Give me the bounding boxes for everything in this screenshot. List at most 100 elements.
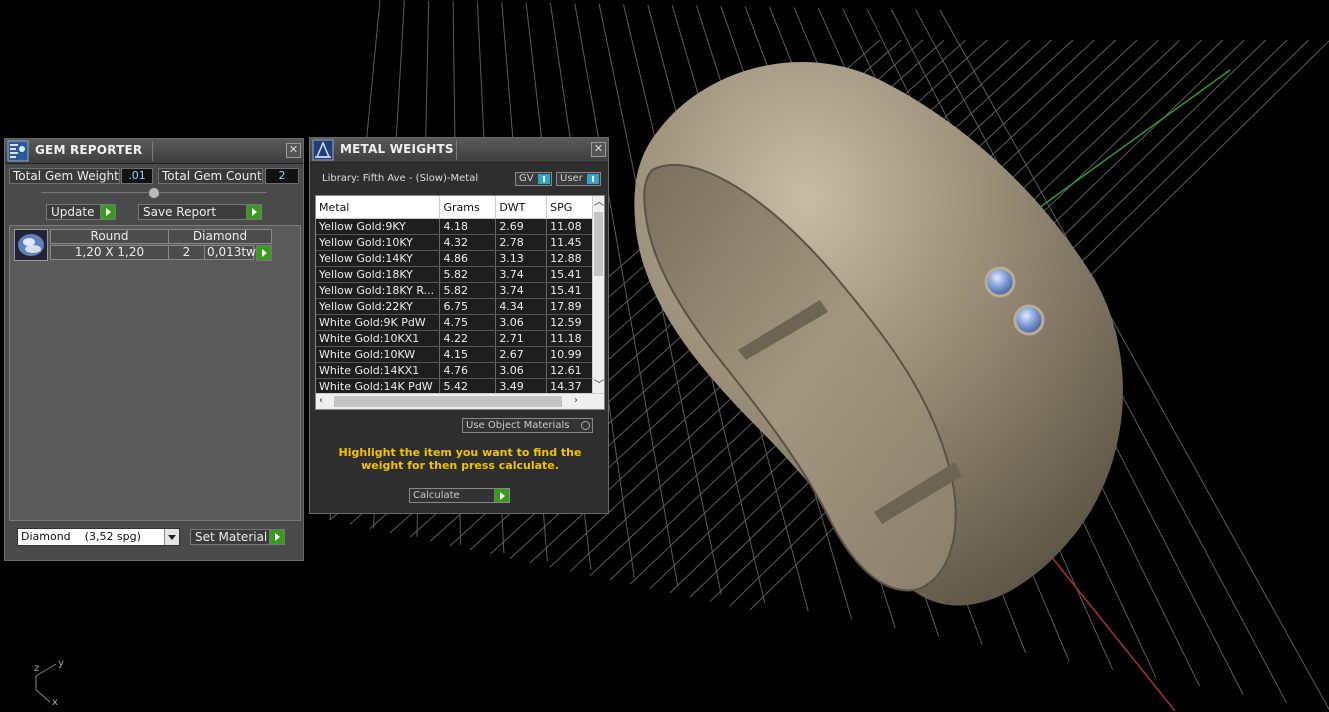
table-cell: 3.13 (495, 250, 548, 267)
calculate-button[interactable]: Calculate (409, 488, 510, 503)
gem-row-go-button[interactable] (256, 245, 272, 261)
instruction-text: Highlight the item you want to find the … (338, 446, 582, 472)
play-arrow-icon (100, 205, 115, 219)
scale-icon (312, 139, 334, 161)
play-arrow-icon (494, 489, 509, 502)
metal-weights-titlebar[interactable]: METAL WEIGHTS ✕ (310, 138, 608, 163)
horizontal-scroll-thumb[interactable] (334, 396, 562, 407)
table-cell: 12.59 (546, 314, 594, 331)
x-axis-line (1049, 554, 1176, 711)
axis-gizmo: z y x (28, 656, 68, 708)
column-header[interactable]: Grams (439, 196, 497, 219)
table-cell: Yellow Gold:9KY (316, 218, 441, 235)
table-row[interactable]: White Gold:9K PdW 4.75 3.06 12.59 (316, 314, 594, 331)
table-cell: 2.71 (495, 330, 548, 347)
table-row[interactable]: White Gold:10KW 4.15 2.67 10.99 (316, 346, 594, 363)
gem-reporter-titlebar[interactable]: GEM REPORTER ✕ (5, 139, 303, 164)
table-cell: White Gold:9K PdW (316, 314, 441, 331)
table-cell: 3.06 (495, 362, 548, 379)
radio-circle-icon (581, 421, 590, 430)
table-row[interactable]: White Gold:14KX1 4.76 3.06 12.61 (316, 362, 594, 379)
table-row[interactable]: Yellow Gold:18KY R... 5.82 3.74 15.41 (316, 282, 594, 299)
column-header[interactable]: Metal (316, 196, 441, 219)
user-toggle-label: User (560, 173, 583, 184)
user-toggle[interactable]: User (556, 172, 601, 186)
gem-weight-cell: 0,013tw (204, 245, 256, 260)
update-button-label: Update (51, 205, 95, 219)
table-cell: 5.82 (439, 282, 497, 299)
table-cell: 3.74 (495, 266, 548, 283)
table-cell: Yellow Gold:14KY (316, 250, 441, 267)
metal-weights-title: METAL WEIGHTS (340, 142, 454, 156)
set-material-button[interactable]: Set Material (190, 529, 285, 545)
title-separator (152, 141, 153, 161)
axis-x-label: x (52, 697, 58, 708)
gem-reporter-panel: GEM REPORTER ✕ Total Gem Weight .01 Tota… (4, 138, 304, 561)
table-cell: White Gold:14KX1 (316, 362, 441, 379)
column-header[interactable]: DWT (495, 196, 548, 219)
gv-toggle[interactable]: GV (515, 172, 552, 186)
metal-weights-table[interactable]: Metal Grams DWT SPG Yellow Gold:9KY 4.18 2.69… (316, 196, 594, 395)
chevron-up-icon[interactable]: ︿ (594, 198, 604, 208)
save-report-button-label: Save Report (143, 205, 217, 219)
table-cell: Yellow Gold:18KY R... (316, 282, 441, 299)
table-row[interactable]: Yellow Gold:14KY 4.86 3.13 12.88 (316, 250, 594, 267)
material-select-value: Diamond (3,52 spg) (21, 530, 141, 543)
title-separator (456, 140, 457, 160)
table-cell: 2.67 (495, 346, 548, 363)
total-gem-weight-label: Total Gem Weight (9, 168, 120, 184)
chevron-down-icon (164, 529, 179, 545)
table-cell: 4.15 (439, 346, 497, 363)
total-gem-count-value: 2 (265, 168, 299, 184)
table-cell: 4.32 (439, 234, 497, 251)
table-row[interactable]: Yellow Gold:9KY 4.18 2.69 11.08 (316, 218, 594, 235)
gem-material-cell: Diamond (168, 229, 272, 244)
total-gem-count-label: Total Gem Count (158, 168, 263, 184)
calculate-button-label: Calculate (413, 490, 460, 501)
play-arrow-icon (246, 205, 261, 219)
table-row[interactable]: White Gold:10KX1 4.22 2.71 11.18 (316, 330, 594, 347)
play-arrow-icon (269, 530, 284, 544)
use-object-materials-toggle[interactable]: Use Object Materials (462, 418, 593, 433)
metal-table[interactable]: Metal Grams DWT SPG Yellow Gold:9KY 4.18 2.69… (315, 195, 605, 410)
vertical-scroll-thumb[interactable] (594, 212, 603, 276)
gem-reporter-close-button[interactable]: ✕ (286, 143, 301, 158)
axis-y-label: y (58, 658, 64, 669)
gem-size-cell: 1,20 X 1,20 (50, 245, 169, 260)
metal-weights-close-button[interactable]: ✕ (591, 142, 606, 157)
table-cell: Yellow Gold:22KY (316, 298, 441, 315)
table-cell: 6.75 (439, 298, 497, 315)
library-label: Library: Fifth Ave - (Slow)-Metal (322, 173, 479, 184)
table-cell: 2.78 (495, 234, 548, 251)
gem-report-icon (7, 140, 29, 162)
gem-stone-1[interactable] (984, 266, 1016, 298)
table-row[interactable]: Yellow Gold:22KY 6.75 4.34 17.89 (316, 298, 594, 315)
toggle-switch-icon (587, 174, 599, 184)
gem-shape-cell: Round (50, 229, 169, 244)
table-cell: 4.34 (495, 298, 548, 315)
table-cell: 3.74 (495, 282, 548, 299)
horizontal-scrollbar[interactable]: ‹ › (316, 393, 604, 409)
gem-reporter-title: GEM REPORTER (35, 143, 143, 157)
gem-stone-2[interactable] (1013, 304, 1045, 336)
vertical-scrollbar[interactable]: ︿ ﹀ (592, 196, 604, 394)
axis-z-label: z (34, 663, 39, 674)
save-report-button[interactable]: Save Report (138, 204, 262, 220)
table-cell: 11.08 (546, 218, 594, 235)
table-row[interactable]: Yellow Gold:18KY 5.82 3.74 15.41 (316, 266, 594, 283)
ring-model[interactable] (634, 61, 1123, 606)
chevron-right-icon[interactable]: › (574, 396, 578, 406)
column-header[interactable]: SPG (546, 196, 594, 219)
round-diamond-thumbnail[interactable] (14, 229, 48, 261)
chevron-left-icon[interactable]: ‹ (319, 396, 323, 406)
gem-list[interactable] (9, 225, 301, 521)
table-cell: Yellow Gold:18KY (316, 266, 441, 283)
chevron-down-icon[interactable]: ﹀ (594, 381, 604, 391)
table-cell: 12.61 (546, 362, 594, 379)
use-object-materials-label: Use Object Materials (466, 420, 570, 431)
material-select[interactable]: Diamond (3,52 spg) (17, 528, 180, 546)
update-button[interactable]: Update (46, 204, 116, 220)
splitter-handle[interactable] (41, 187, 267, 199)
table-cell: 11.45 (546, 234, 594, 251)
table-row[interactable]: Yellow Gold:10KY 4.32 2.78 11.45 (316, 234, 594, 251)
